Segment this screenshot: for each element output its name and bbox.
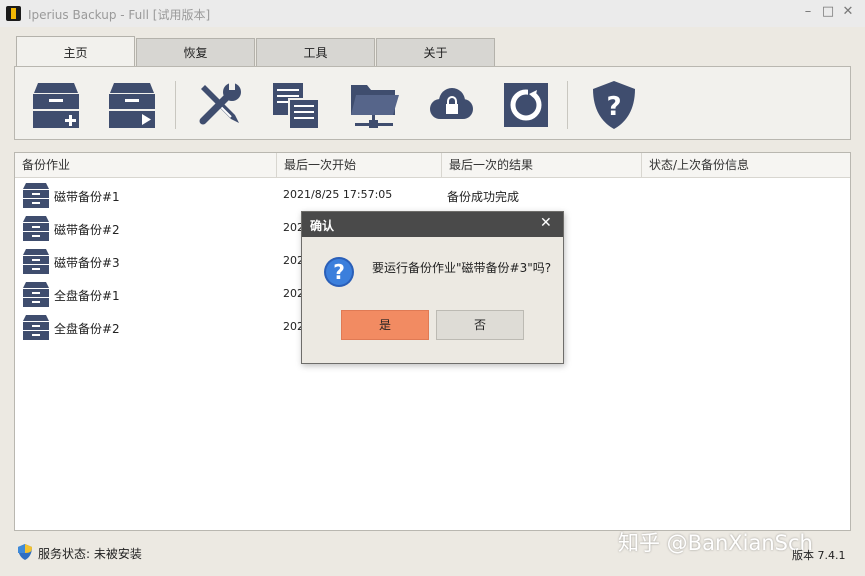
column-header-last-result[interactable]: 最后一次的结果 bbox=[442, 153, 642, 177]
column-header-job[interactable]: 备份作业 bbox=[15, 153, 277, 177]
backup-job-icon bbox=[23, 249, 49, 274]
job-name: 磁带备份#1 bbox=[54, 190, 120, 204]
service-status: 服务状态: 未被安装 bbox=[38, 547, 142, 561]
dialog-message: 要运行备份作业"磁带备份#3"吗? bbox=[372, 261, 552, 275]
dialog-title-bar: 确认 ✕ bbox=[302, 212, 563, 237]
network-folder-button[interactable] bbox=[347, 77, 401, 133]
close-window-button[interactable]: ✕ bbox=[840, 4, 856, 20]
job-name: 磁带备份#2 bbox=[54, 223, 120, 237]
tools-icon bbox=[199, 81, 241, 125]
logs-button[interactable] bbox=[269, 77, 323, 133]
ribbon-toolbar: ? bbox=[14, 66, 851, 140]
run-backup-icon bbox=[109, 83, 155, 128]
column-header-last-start[interactable]: 最后一次开始 bbox=[277, 153, 442, 177]
job-name: 磁带备份#3 bbox=[54, 256, 120, 270]
table-row[interactable]: 磁带备份#1 2021/8/25 17:57:05 备份成功完成 bbox=[15, 179, 850, 212]
status-bar: 服务状态: 未被安装 知乎 @BanXianSch 版本 7.4.1 bbox=[0, 531, 865, 576]
dialog-title: 确认 bbox=[310, 219, 335, 233]
sync-button[interactable] bbox=[499, 77, 553, 133]
help-button[interactable]: ? bbox=[587, 77, 641, 133]
svg-text:?: ? bbox=[333, 260, 345, 284]
cloud-backup-button[interactable] bbox=[423, 77, 477, 133]
backup-job-icon bbox=[23, 282, 49, 307]
job-last-start: 2021/8/25 17:57:05 bbox=[283, 188, 393, 201]
job-last-result: 备份成功完成 bbox=[447, 190, 520, 204]
job-name: 全盘备份#2 bbox=[54, 322, 120, 336]
new-backup-button[interactable] bbox=[29, 77, 83, 133]
watermark: 知乎 @BanXianSch bbox=[618, 531, 813, 555]
question-icon: ? bbox=[324, 257, 354, 287]
app-logo-icon bbox=[6, 6, 21, 21]
job-name: 全盘备份#1 bbox=[54, 289, 120, 303]
column-header-status[interactable]: 状态/上次备份信息 bbox=[642, 153, 850, 177]
window-title: Iperius Backup - Full [试用版本] bbox=[28, 8, 211, 22]
cloud-lock-icon bbox=[430, 88, 473, 119]
refresh-icon bbox=[504, 83, 548, 127]
run-backup-button[interactable] bbox=[105, 77, 159, 133]
uac-shield-icon bbox=[18, 544, 32, 560]
ribbon-separator bbox=[567, 81, 568, 129]
new-backup-icon bbox=[33, 83, 79, 128]
dialog-close-button[interactable]: ✕ bbox=[540, 215, 552, 231]
list-header: 备份作业 最后一次开始 最后一次的结果 状态/上次备份信息 bbox=[15, 153, 850, 178]
svg-text:?: ? bbox=[606, 92, 621, 122]
maximize-button[interactable]: □ bbox=[820, 4, 836, 20]
network-folder-icon bbox=[351, 85, 399, 128]
ribbon-separator bbox=[175, 81, 176, 129]
version-label: 版本 7.4.1 bbox=[792, 549, 846, 562]
tab-tools[interactable]: 工具 bbox=[256, 38, 375, 66]
backup-job-icon bbox=[23, 183, 49, 208]
log-icon bbox=[273, 83, 320, 130]
no-button[interactable]: 否 bbox=[436, 310, 524, 340]
tools-button[interactable] bbox=[191, 77, 245, 133]
yes-button[interactable]: 是 bbox=[341, 310, 429, 340]
tab-about[interactable]: 关于 bbox=[376, 38, 495, 66]
help-shield-icon: ? bbox=[593, 81, 635, 129]
backup-job-icon bbox=[23, 315, 49, 340]
title-bar: Iperius Backup - Full [试用版本] – □ ✕ bbox=[0, 0, 865, 27]
minimize-button[interactable]: – bbox=[800, 4, 816, 20]
backup-job-icon bbox=[23, 216, 49, 241]
confirm-dialog: 确认 ✕ ? 要运行备份作业"磁带备份#3"吗? 是 否 bbox=[301, 211, 564, 364]
tab-home[interactable]: 主页 bbox=[16, 36, 135, 66]
tab-restore[interactable]: 恢复 bbox=[136, 38, 255, 66]
